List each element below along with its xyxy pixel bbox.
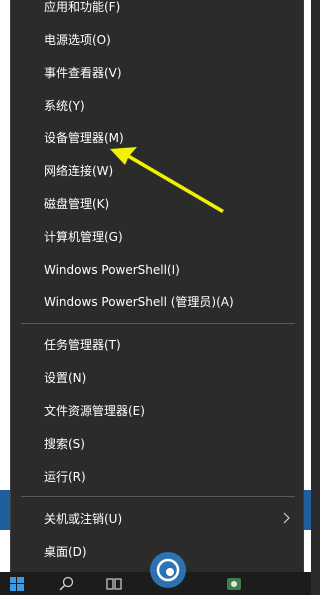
menu-item-label: 任务管理器(T): [44, 338, 121, 352]
desktop-window-strip: [304, 490, 311, 530]
windows-start-icon[interactable]: [10, 577, 24, 591]
task-view-icon[interactable]: [105, 576, 123, 592]
desktop-window-strip: [0, 490, 10, 530]
menu-item-computer-management[interactable]: 计算机管理(G): [11, 220, 303, 253]
menu-item-settings[interactable]: 设置(N): [11, 361, 303, 394]
chevron-right-icon: [283, 512, 290, 524]
menu-separator: [21, 323, 295, 324]
menu-item-label: 关机或注销(U): [44, 512, 123, 526]
menu-item-file-explorer[interactable]: 文件资源管理器(E): [11, 394, 303, 427]
menu-item-network-connections[interactable]: 网络连接(W): [11, 154, 303, 187]
watermark-logo-icon: [150, 552, 186, 588]
menu-item-system[interactable]: 系统(Y): [11, 89, 303, 122]
menu-item-powershell[interactable]: Windows PowerShell(I): [11, 253, 303, 286]
menu-item-label: Windows PowerShell(I): [44, 262, 180, 277]
search-icon[interactable]: [58, 576, 76, 592]
menu-item-task-manager[interactable]: 任务管理器(T): [11, 328, 303, 361]
menu-item-run[interactable]: 运行(R): [11, 460, 303, 493]
menu-item-label: 搜索(S): [44, 437, 85, 451]
menu-item-label: 磁盘管理(K): [44, 197, 110, 211]
menu-item-search[interactable]: 搜索(S): [11, 427, 303, 460]
menu-item-label: 设备管理器(M): [44, 131, 124, 145]
menu-item-label: Windows PowerShell (管理员)(A): [44, 295, 234, 309]
menu-item-label: 文件资源管理器(E): [44, 404, 145, 418]
menu-item-power-options[interactable]: 电源选项(O): [11, 23, 303, 56]
menu-item-event-viewer[interactable]: 事件查看器(V): [11, 56, 303, 89]
menu-separator: [21, 496, 295, 497]
app-icon[interactable]: [225, 576, 243, 592]
menu-item-label: 桌面(D): [44, 545, 87, 559]
menu-item-label: 应用和功能(F): [44, 0, 121, 14]
menu-item-shutdown-signout[interactable]: 关机或注销(U): [11, 502, 303, 535]
winx-context-menu: 应用和功能(F) 电源选项(O) 事件查看器(V) 系统(Y) 设备管理器(M)…: [10, 0, 304, 572]
menu-item-apps-features[interactable]: 应用和功能(F): [11, 0, 303, 23]
desktop-background-right: [304, 0, 311, 595]
menu-item-device-manager[interactable]: 设备管理器(M): [11, 121, 303, 154]
menu-item-label: 设置(N): [44, 371, 87, 385]
menu-item-label: 网络连接(W): [44, 164, 114, 178]
desktop-background-left: [0, 0, 10, 595]
menu-item-label: 电源选项(O): [44, 33, 111, 47]
menu-item-disk-management[interactable]: 磁盘管理(K): [11, 187, 303, 220]
menu-item-label: 运行(R): [44, 470, 86, 484]
menu-item-label: 事件查看器(V): [44, 66, 122, 80]
menu-item-powershell-admin[interactable]: Windows PowerShell (管理员)(A): [11, 285, 303, 318]
menu-item-label: 计算机管理(G): [44, 230, 123, 244]
menu-item-label: 系统(Y): [44, 99, 85, 113]
screen: 应用和功能(F) 电源选项(O) 事件查看器(V) 系统(Y) 设备管理器(M)…: [0, 0, 311, 595]
